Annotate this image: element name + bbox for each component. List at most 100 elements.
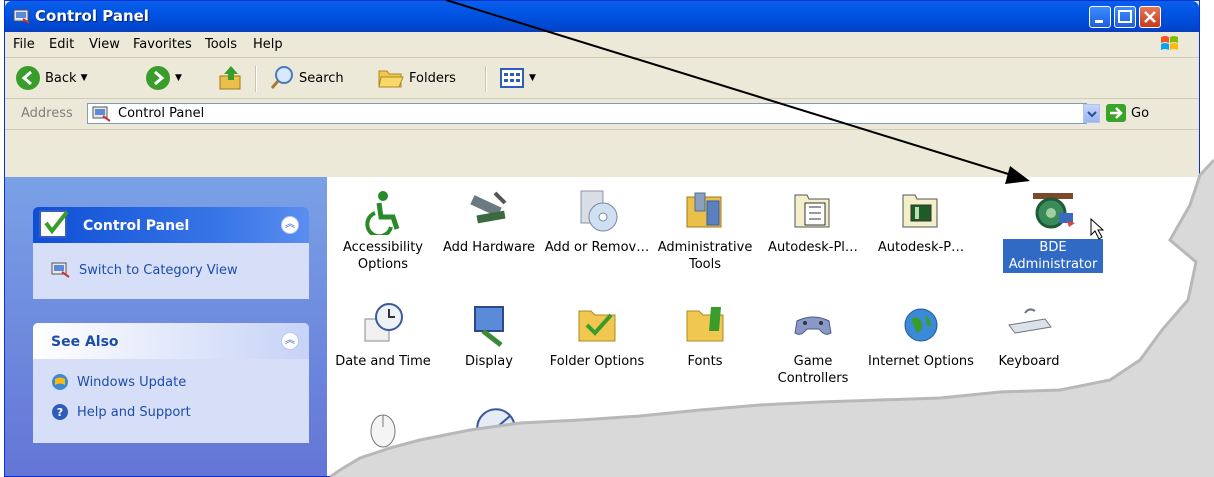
forward-dropdown-icon[interactable]: ▼ xyxy=(175,73,182,83)
windows-update-link[interactable]: Windows Update xyxy=(51,373,186,391)
autodesk-pc3-icon xyxy=(902,194,938,228)
icon-view: Accessibility Options Add Hardware Add o… xyxy=(327,177,1199,476)
mouse-item[interactable]: Mouse xyxy=(329,403,437,472)
search-button[interactable]: Search xyxy=(269,64,344,92)
see-also-title: See Also xyxy=(51,334,119,350)
item-label: Autodesk-Pl… xyxy=(768,240,858,255)
menu-bar: File Edit View Favorites Tools Help xyxy=(5,32,1199,58)
add-remove-programs-item[interactable]: Add or Remov… xyxy=(543,187,651,256)
date-time-icon xyxy=(364,303,403,342)
display-item[interactable]: Display xyxy=(435,301,543,370)
accessibility-icon xyxy=(365,191,400,235)
task-pane: Control Panel ︽ Switch to Category View … xyxy=(5,177,327,476)
close-icon xyxy=(1144,11,1156,23)
control-panel-pane: Control Panel ︽ Switch to Category View xyxy=(33,207,309,299)
help-and-support-label: Help and Support xyxy=(77,404,191,420)
see-also-pane-header[interactable]: See Also ︽ xyxy=(33,323,309,359)
maximize-icon xyxy=(1118,10,1132,23)
administrative-tools-item[interactable]: Administrative Tools xyxy=(651,187,759,273)
menu-view[interactable]: View xyxy=(89,37,120,52)
switch-category-view-link[interactable]: Switch to Category View xyxy=(51,261,238,279)
folders-label: Folders xyxy=(409,70,456,86)
folders-button[interactable]: Folders xyxy=(377,64,456,92)
item-label: Date and Time xyxy=(335,354,431,369)
item-label: Folder Options xyxy=(549,354,645,369)
minimize-button[interactable] xyxy=(1089,6,1111,28)
see-also-pane: See Also ︽ Windows Update ? Help and Sup… xyxy=(33,323,309,443)
keyboard-item[interactable]: Keyboard xyxy=(975,301,1083,370)
accessibility-options-item[interactable]: Accessibility Options xyxy=(329,187,437,273)
close-button[interactable] xyxy=(1139,6,1161,28)
autodesk-pc3-item[interactable]: Autodesk-P… xyxy=(867,187,975,256)
address-dropdown-button[interactable] xyxy=(1083,104,1100,123)
address-bar: Address Control Panel Go xyxy=(5,99,1199,130)
up-folder-button[interactable] xyxy=(217,64,245,92)
back-arrow-icon xyxy=(16,66,40,90)
menu-favorites[interactable]: Favorites xyxy=(133,37,192,52)
autodesk-plot-item[interactable]: Autodesk-Pl… xyxy=(759,187,867,256)
minimize-icon xyxy=(1095,20,1103,23)
item-label: Fonts xyxy=(687,354,723,369)
keyboard-icon xyxy=(1008,308,1052,334)
control-panel-icon xyxy=(39,210,69,238)
add-hardware-icon xyxy=(470,191,507,224)
menu-tools[interactable]: Tools xyxy=(205,37,237,52)
folder-options-item[interactable]: Folder Options xyxy=(543,301,651,370)
windows-logo-icon xyxy=(1161,36,1178,50)
title-bar[interactable]: Control Panel xyxy=(5,1,1199,32)
game-controllers-item[interactable]: Game Controllers xyxy=(759,301,867,387)
switch-view-icon xyxy=(51,262,70,278)
internet-options-item[interactable]: Internet Options xyxy=(867,301,975,370)
item-label: BDE Administrator xyxy=(1003,239,1103,273)
fonts-item[interactable]: Fonts xyxy=(651,301,759,370)
collapse-icon[interactable]: ︽ xyxy=(281,216,299,234)
fonts-icon xyxy=(686,307,724,342)
item-label: Game Controllers xyxy=(777,354,849,386)
internet-options-icon xyxy=(904,308,938,342)
back-button[interactable]: Back ▼ xyxy=(15,64,87,92)
control-panel-pane-title: Control Panel xyxy=(83,218,190,234)
forward-button[interactable]: ▼ xyxy=(145,64,182,92)
menu-file[interactable]: File xyxy=(13,37,35,52)
back-dropdown-icon[interactable]: ▼ xyxy=(81,73,88,83)
control-panel-pane-header[interactable]: Control Panel ︽ xyxy=(33,207,309,243)
maximize-button[interactable] xyxy=(1114,6,1136,28)
views-button[interactable]: ▼ xyxy=(499,64,536,92)
up-folder-icon xyxy=(219,66,241,90)
control-panel-icon xyxy=(92,106,111,122)
address-value: Control Panel xyxy=(118,106,205,121)
folders-icon xyxy=(378,70,404,88)
go-label: Go xyxy=(1131,105,1150,121)
bde-administrator-icon xyxy=(1033,193,1075,229)
printer-icon xyxy=(701,425,741,447)
menu-edit[interactable]: Edit xyxy=(49,37,74,52)
add-hardware-item[interactable]: Add Hardware xyxy=(435,187,543,256)
game-controllers-icon xyxy=(794,316,832,335)
help-and-support-link[interactable]: ? Help and Support xyxy=(51,403,191,421)
go-button[interactable]: Go xyxy=(1105,103,1149,123)
back-label: Back xyxy=(45,70,77,86)
address-input[interactable]: Control Panel xyxy=(87,103,1087,124)
item-label: Display xyxy=(465,354,513,369)
address-label: Address xyxy=(21,106,73,121)
item-label: Internet Options xyxy=(868,354,974,369)
svg-text:?: ? xyxy=(57,406,63,419)
network-icon xyxy=(476,408,516,448)
control-panel-window: Control Panel File Edit View Favorites T… xyxy=(4,0,1200,477)
collapse-icon[interactable]: ︽ xyxy=(281,332,299,350)
item-label: Autodesk-P… xyxy=(877,240,965,255)
switch-category-view-label: Switch to Category View xyxy=(79,262,238,278)
display-icon xyxy=(474,306,504,347)
window-title: Control Panel xyxy=(35,7,149,25)
globe-icon xyxy=(588,418,622,452)
item-label: Accessibility Options xyxy=(343,240,423,272)
add-remove-programs-icon xyxy=(580,190,618,232)
search-label: Search xyxy=(299,70,344,86)
item-label: Administrative Tools xyxy=(657,240,753,272)
autodesk-plot-icon xyxy=(794,194,830,228)
menu-help[interactable]: Help xyxy=(253,37,283,52)
views-dropdown-icon[interactable]: ▼ xyxy=(529,73,536,83)
help-icon: ? xyxy=(52,404,68,420)
date-and-time-item[interactable]: Date and Time xyxy=(329,301,437,370)
control-panel-icon xyxy=(13,9,30,24)
